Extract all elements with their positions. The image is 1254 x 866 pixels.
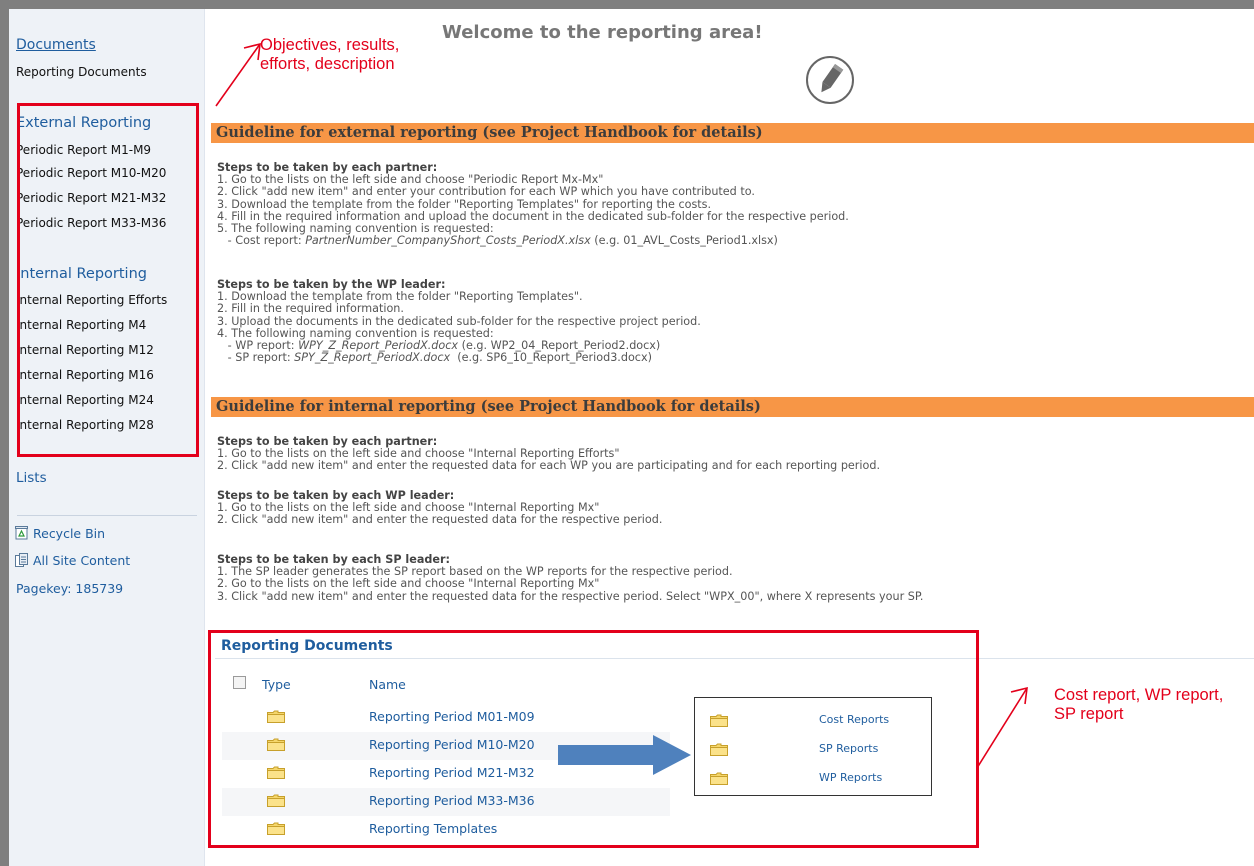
- int-wp-heading: Steps to be taken by each WP leader:: [217, 489, 455, 502]
- int-sp-step-2: 2. Go to the lists on the left side and …: [217, 577, 600, 591]
- all-site-content-label: All Site Content: [33, 553, 131, 568]
- int-sp-heading: Steps to be taken by each SP leader:: [217, 553, 450, 566]
- internal-guideline-banner: Guideline for internal reporting (see Pr…: [211, 397, 1254, 417]
- internal-wp-leader-steps: Steps to be taken by each WP leader: 1. …: [217, 489, 663, 527]
- pagekey-text: Pagekey: 185739: [16, 581, 124, 596]
- ext-partner-step-1: 1. Go to the lists on the left side and …: [217, 173, 604, 187]
- ext-wp-step-4: 4. The following naming convention is re…: [217, 326, 494, 340]
- window-frame-left: [0, 0, 9, 866]
- int-wp-step-1: 1. Go to the lists on the left side and …: [217, 501, 600, 515]
- int-partner-step-1: 1. Go to the lists on the left side and …: [217, 447, 620, 461]
- ext-wp-step-1: 1. Download the template from the folder…: [217, 290, 583, 304]
- sidebar-lists-link[interactable]: Lists: [16, 470, 47, 486]
- int-partner-heading: Steps to be taken by each partner:: [217, 435, 438, 448]
- sidebar-documents-link[interactable]: Documents: [16, 37, 96, 53]
- wp-report-example: (e.g. WP2_04_Report_Period2.docx): [458, 339, 661, 353]
- cost-report-convention: PartnerNumber_CompanyShort_Costs_PeriodX…: [305, 234, 591, 248]
- internal-partner-steps: Steps to be taken by each partner: 1. Go…: [217, 435, 881, 473]
- cost-report-prefix: - Cost report:: [217, 234, 306, 248]
- ext-partner-step-4: 4. Fill in the required information and …: [217, 209, 849, 223]
- wp-report-convention: WPY_Z_Report_PeriodX.docx: [298, 339, 459, 353]
- annotation-objectives: Objectives, results, efforts, descriptio…: [260, 36, 400, 73]
- ext-partner-heading: Steps to be taken by each partner:: [217, 161, 438, 174]
- ext-wp-heading: Steps to be taken by the WP leader:: [217, 278, 446, 291]
- ext-partner-step-3: 3. Download the template from the folder…: [217, 197, 712, 211]
- int-partner-step-2: 2. Click "add new item" and enter the re…: [217, 459, 881, 473]
- int-sp-step-3: 3. Click "add new item" and enter the re…: [217, 589, 924, 603]
- external-wp-leader-steps: Steps to be taken by the WP leader: 1. D…: [217, 278, 701, 365]
- site-content-icon: [15, 553, 28, 567]
- library-highlight-box: [208, 630, 979, 848]
- window-frame-top: [0, 0, 1254, 9]
- ext-partner-step-5: 5. The following naming convention is re…: [217, 222, 494, 236]
- wp-report-prefix: - WP report:: [217, 339, 299, 353]
- ext-wp-step-2: 2. Fill in the required information.: [217, 302, 404, 316]
- sidebar-all-site-content[interactable]: All Site Content: [15, 553, 130, 568]
- cost-report-example: (e.g. 01_AVL_Costs_Period1.xlsx): [590, 234, 778, 248]
- edit-pencil-icon: [806, 56, 854, 104]
- external-partner-steps: Steps to be taken by each partner: 1. Go…: [217, 161, 849, 248]
- recycle-bin-icon: [15, 526, 28, 540]
- ext-partner-step-2: 2. Click "add new item" and enter your c…: [217, 185, 755, 199]
- internal-sp-leader-steps: Steps to be taken by each SP leader: 1. …: [217, 553, 924, 603]
- ext-wp-step-3: 3. Upload the documents in the dedicated…: [217, 314, 701, 328]
- annotation-arrow-right: [976, 686, 1028, 769]
- sp-report-example: (e.g. SP6_10_Report_Period3.docx): [450, 351, 652, 365]
- sidebar-item-reporting-documents[interactable]: Reporting Documents: [16, 65, 147, 79]
- sidebar-divider: [17, 515, 197, 516]
- sp-report-convention: SPY_Z_Report_PeriodX.docx: [294, 351, 451, 365]
- int-sp-step-1: 1. The SP leader generates the SP report…: [217, 565, 733, 579]
- int-wp-step-2: 2. Click "add new item" and enter the re…: [217, 513, 663, 527]
- page-title: Welcome to the reporting area!: [442, 22, 763, 43]
- annotation-report-types: Cost report, WP report, SP report: [1054, 686, 1224, 723]
- sp-report-prefix: - SP report:: [217, 351, 295, 365]
- sidebar-highlight-box: [17, 103, 199, 457]
- recycle-bin-label: Recycle Bin: [33, 526, 106, 541]
- external-guideline-banner: Guideline for external reporting (see Pr…: [211, 123, 1254, 143]
- sidebar-recycle-bin[interactable]: Recycle Bin: [15, 526, 105, 541]
